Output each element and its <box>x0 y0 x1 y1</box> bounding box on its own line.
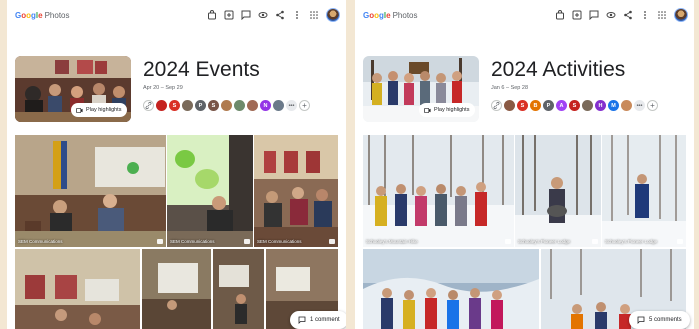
add-people-button[interactable]: + <box>647 100 658 111</box>
apps-grid-icon[interactable] <box>309 10 319 20</box>
logo-product: Photos <box>44 10 70 20</box>
person-avatar[interactable] <box>234 100 245 111</box>
photo-caption: Schooley's Pioneer Lodge <box>605 239 658 244</box>
view-icon[interactable] <box>606 10 616 20</box>
photo-caption: SEM Communications <box>18 239 63 244</box>
photo-tile[interactable]: SEM Communications <box>15 135 166 247</box>
photo-tile[interactable] <box>363 249 539 329</box>
play-highlights-label: Play highlights <box>434 107 470 113</box>
person-avatar[interactable]: S <box>208 100 219 111</box>
photo-tile[interactable]: Schooley's Mountain Hike <box>363 135 514 247</box>
photo-tile[interactable]: SEM Communications <box>167 135 253 247</box>
person-avatar[interactable]: H <box>595 100 606 111</box>
account-avatar[interactable] <box>326 8 340 22</box>
caption-icon <box>677 239 683 244</box>
play-highlights-label: Play highlights <box>86 107 122 113</box>
logo-word: Google <box>363 10 391 20</box>
person-avatar[interactable]: B <box>530 100 541 111</box>
album-header: Play highlights 2024 Activities Jan 6 – … <box>363 54 686 124</box>
comment-icon <box>637 316 645 324</box>
caption-icon <box>592 239 598 244</box>
person-avatar[interactable]: S <box>169 100 180 111</box>
photo-tile[interactable] <box>142 249 211 329</box>
person-avatar[interactable] <box>582 100 593 111</box>
person-avatar[interactable]: M <box>608 100 619 111</box>
play-highlights-button[interactable]: Play highlights <box>419 103 476 117</box>
comments-button[interactable]: 1 comment <box>290 311 346 329</box>
comments-button[interactable]: 5 comments <box>629 311 690 329</box>
album-date-range: Jan 6 – Sep 28 <box>491 85 529 91</box>
album-cover-photo[interactable]: Play highlights <box>15 56 131 122</box>
view-icon[interactable] <box>258 10 268 20</box>
more-vert-icon[interactable] <box>292 10 302 20</box>
person-avatar[interactable]: N <box>260 100 271 111</box>
person-avatar[interactable] <box>621 100 632 111</box>
comments-count: 1 comment <box>310 317 340 323</box>
caption-icon <box>329 239 335 244</box>
album-header: Play highlights 2024 Events Apr 20 – Sep… <box>15 54 338 124</box>
person-avatar[interactable]: A <box>556 100 567 111</box>
add-people-button[interactable]: + <box>299 100 310 111</box>
play-video-icon <box>424 107 431 113</box>
comment-icon <box>298 316 306 324</box>
add-photos-icon[interactable] <box>224 10 234 20</box>
comment-icon[interactable] <box>589 10 599 20</box>
top-bar: Google Photos <box>7 0 346 30</box>
photo-tile[interactable]: Schooley's Pioneer Lodge <box>515 135 601 247</box>
logo-word: Google <box>15 10 43 20</box>
photo-tile[interactable] <box>15 249 140 329</box>
share-icon[interactable] <box>623 10 633 20</box>
more-people-button[interactable]: ••• <box>286 100 297 111</box>
top-bar: Google Photos <box>355 0 694 30</box>
people-row: S B P A S H M ••• + <box>491 100 658 111</box>
play-highlights-button[interactable]: Play highlights <box>71 103 128 117</box>
photo-tile[interactable] <box>213 249 264 329</box>
person-avatar[interactable]: S <box>517 100 528 111</box>
comment-icon[interactable] <box>241 10 251 20</box>
add-photos-icon[interactable] <box>572 10 582 20</box>
share-icon[interactable] <box>275 10 285 20</box>
photo-caption: Schooley's Mountain Hike <box>366 239 418 244</box>
share-link-button[interactable] <box>143 100 154 111</box>
photo-caption: SEM Communications <box>257 239 302 244</box>
album-title[interactable]: 2024 Events <box>143 58 260 82</box>
album-panel-activities: Google Photos Play highlights 2024 Activ… <box>355 0 694 329</box>
caption-icon <box>244 239 250 244</box>
account-avatar[interactable] <box>674 8 688 22</box>
person-avatar[interactable]: S <box>569 100 580 111</box>
more-vert-icon[interactable] <box>640 10 650 20</box>
people-row: S P S N ••• + <box>143 100 310 111</box>
more-people-button[interactable]: ••• <box>634 100 645 111</box>
comments-count: 5 comments <box>649 317 682 323</box>
google-photos-logo[interactable]: Google Photos <box>363 11 418 20</box>
photo-tile[interactable]: Schooley's Pioneer Lodge <box>602 135 686 247</box>
photo-tile[interactable]: SEM Communications <box>254 135 338 247</box>
person-avatar[interactable] <box>182 100 193 111</box>
google-photos-logo[interactable]: Google Photos <box>15 11 70 20</box>
album-date-range: Apr 20 – Sep 29 <box>143 85 183 91</box>
person-avatar[interactable]: P <box>543 100 554 111</box>
apps-grid-icon[interactable] <box>657 10 667 20</box>
person-avatar[interactable] <box>156 100 167 111</box>
person-avatar[interactable] <box>504 100 515 111</box>
photo-caption: SEM Communications <box>170 239 215 244</box>
album-cover-photo[interactable]: Play highlights <box>363 56 479 122</box>
person-avatar[interactable] <box>247 100 258 111</box>
shopping-bag-icon[interactable] <box>555 10 565 20</box>
caption-icon <box>505 239 511 244</box>
person-avatar[interactable] <box>273 100 284 111</box>
album-title[interactable]: 2024 Activities <box>491 58 625 82</box>
caption-icon <box>157 239 163 244</box>
photo-caption: Schooley's Pioneer Lodge <box>518 239 571 244</box>
link-icon <box>493 102 500 109</box>
album-panel-events: Google Photos Play highlights 2024 Event… <box>7 0 346 329</box>
play-video-icon <box>76 107 83 113</box>
person-avatar[interactable] <box>221 100 232 111</box>
logo-product: Photos <box>392 10 418 20</box>
shopping-bag-icon[interactable] <box>207 10 217 20</box>
share-link-button[interactable] <box>491 100 502 111</box>
person-avatar[interactable]: P <box>195 100 206 111</box>
link-icon <box>145 102 152 109</box>
